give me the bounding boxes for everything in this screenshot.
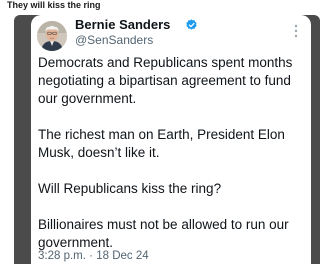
tweet-paragraph: Billionaires must not be allowed to run … — [38, 217, 289, 250]
tweet-paragraph: The richest man on Earth, President Elon… — [38, 127, 285, 160]
tweet-time: 3:28 p.m. — [38, 250, 86, 262]
tweet-paragraph: Will Republicans kiss the ring? — [38, 181, 222, 196]
tweet-timestamp[interactable]: 3:28 p.m. · 18 Dec 24 — [38, 249, 149, 263]
tweet-paragraph: Democrats and Republicans spent months n… — [38, 55, 293, 106]
verified-badge-icon — [186, 19, 197, 30]
tweet-text: Democrats and Republicans spent months n… — [38, 54, 308, 252]
avatar-image — [37, 21, 67, 51]
tweet-card: Bernie Sanders @SenSanders Democrats and… — [31, 15, 311, 264]
screenshot-frame: Bernie Sanders @SenSanders Democrats and… — [14, 15, 320, 264]
post-caption: They will kiss the ring — [7, 0, 101, 10]
timestamp-separator: · — [89, 250, 93, 262]
tweet-date: 18 Dec 24 — [96, 250, 149, 262]
author-name[interactable]: Bernie Sanders — [75, 17, 170, 33]
avatar[interactable] — [37, 21, 67, 51]
more-options-icon[interactable] — [294, 23, 298, 39]
author-handle[interactable]: @SenSanders — [75, 33, 153, 47]
page: They will kiss the ring Bernie Sanders @… — [0, 0, 320, 264]
